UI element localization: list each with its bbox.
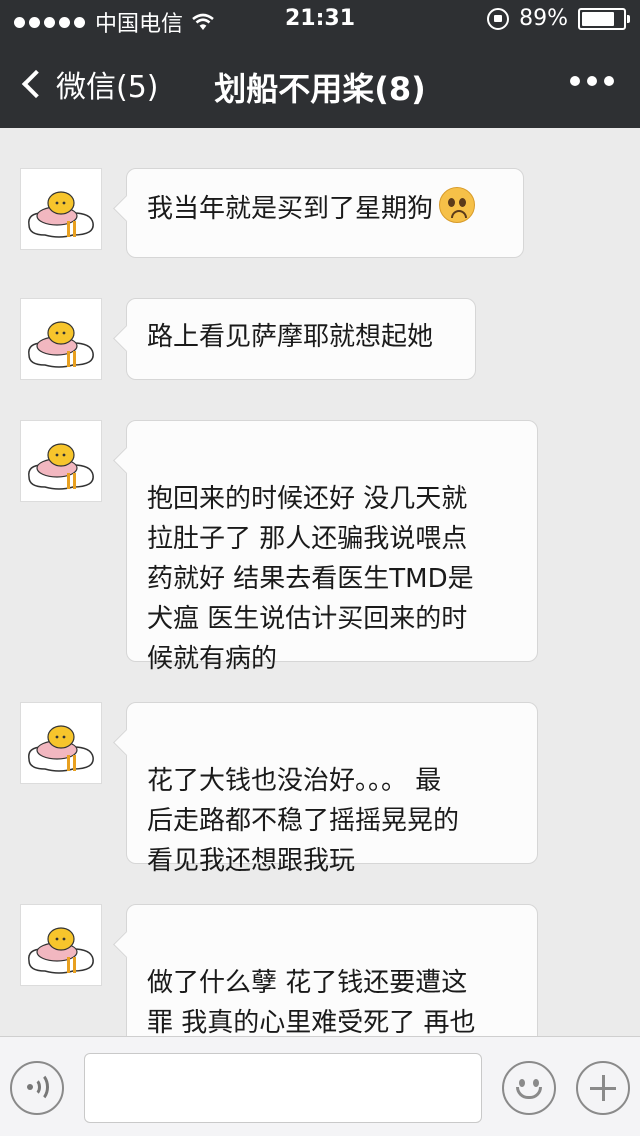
more-options-icon[interactable] (570, 76, 614, 86)
sad-face-emoji-icon (439, 187, 476, 223)
emoji-icon[interactable] (502, 1061, 556, 1115)
message-text: 花了大钱也没治好。。。 最 后走路都不稳了摇摇晃晃的 看见我还想跟我玩 (147, 766, 460, 876)
battery-percent: 89% (519, 6, 568, 31)
avatar[interactable] (20, 420, 102, 502)
message-bubble[interactable]: 抱回来的时候还好 没几天就 拉肚子了 那人还骗我说喂点 药就好 结果去看医生TM… (126, 420, 538, 674)
egg-character-icon (28, 321, 94, 368)
avatar[interactable] (20, 702, 102, 784)
message-bubble[interactable]: 做了什么孽 花了钱还要遭这 罪 我真的心里难受死了 再也 不敢养狗了 (126, 904, 538, 1036)
status-bar: 中国电信 21:31 89% (0, 0, 640, 40)
status-right: 89% (487, 6, 630, 31)
egg-character-icon (28, 927, 94, 974)
message-text: 抱回来的时候还好 没几天就 拉肚子了 那人还骗我说喂点 药就好 结果去看医生TM… (147, 484, 474, 674)
egg-character-icon (28, 191, 94, 238)
plus-icon[interactable] (576, 1061, 630, 1115)
message-text: 我当年就是买到了星期狗 (147, 194, 434, 224)
battery-icon (578, 7, 630, 30)
voice-icon[interactable] (10, 1061, 64, 1115)
message-bubble[interactable]: 路上看见萨摩耶就想起她 (126, 298, 476, 380)
avatar[interactable] (20, 904, 102, 986)
message-bubble[interactable]: 花了大钱也没治好。。。 最 后走路都不稳了摇摇晃晃的 看见我还想跟我玩 (126, 702, 538, 876)
message-text: 做了什么孽 花了钱还要遭这 罪 我真的心里难受死了 再也 不敢养狗了 (147, 968, 476, 1036)
chat-screen: 中国电信 21:31 89% 微信(5) 划船不用桨(8) 我当年就是买到了星期… (0, 0, 640, 1136)
chat-title: 划船不用桨(8) (214, 70, 426, 108)
message-bubble[interactable]: 我当年就是买到了星期狗 (126, 168, 524, 258)
header: 中国电信 21:31 89% 微信(5) 划船不用桨(8) (0, 0, 640, 128)
message-list[interactable]: 我当年就是买到了星期狗 路上看见萨摩耶就想起她 抱回来的时候还好 没几天就 拉肚… (0, 128, 640, 1036)
egg-character-icon (28, 725, 94, 772)
egg-character-icon (28, 443, 94, 490)
message-text: 路上看见萨摩耶就想起她 (147, 322, 434, 352)
message-input[interactable] (84, 1053, 482, 1123)
avatar[interactable] (20, 298, 102, 380)
input-bar (0, 1036, 640, 1136)
rotation-lock-icon (487, 7, 510, 30)
nav-bar: 微信(5) 划船不用桨(8) (0, 40, 640, 128)
avatar[interactable] (20, 168, 102, 250)
